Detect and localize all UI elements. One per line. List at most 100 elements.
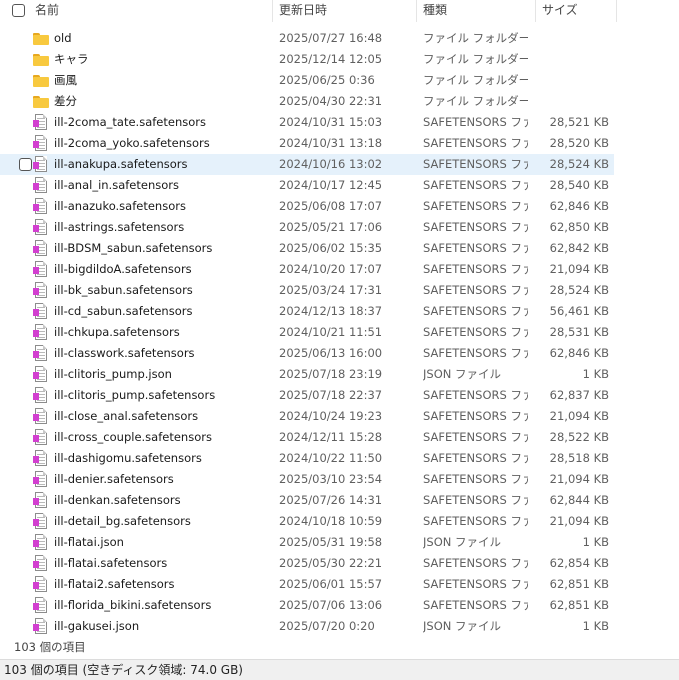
file-row[interactable]: ill-anazuko.safetensors 2025/06/08 17:07 S… xyxy=(0,196,614,217)
column-date-header[interactable]: 更新日時 xyxy=(279,0,327,22)
file-row[interactable]: ill-classwork.safetensors 2025/06/13 16:0… xyxy=(0,343,614,364)
folder-icon xyxy=(33,72,49,89)
file-date: 2024/10/21 11:51 xyxy=(279,325,383,339)
file-name: ill-gakusei.json xyxy=(54,619,140,633)
file-name: ill-chkupa.safetensors xyxy=(54,325,180,339)
file-row[interactable]: ill-gakusei.json 2025/07/20 0:20 JSON ファイル… xyxy=(0,616,614,637)
file-row[interactable]: 画風 2025/06/25 0:36 ファイル フォルダー xyxy=(0,70,614,91)
file-icon xyxy=(33,576,49,593)
file-row[interactable]: 差分 2025/04/30 22:31 ファイル フォルダー xyxy=(0,91,614,112)
file-type: SAFETENSORS ファ... xyxy=(423,556,528,570)
file-row[interactable]: ill-clitoris_pump.json 2025/07/18 23:19 JS… xyxy=(0,364,614,385)
file-type: SAFETENSORS ファ... xyxy=(423,199,528,213)
file-icon xyxy=(33,492,49,509)
file-row[interactable]: ill-anal_in.safetensors 2024/10/17 12:45 S… xyxy=(0,175,614,196)
file-icon xyxy=(33,471,49,488)
file-size: 21,094 KB xyxy=(549,472,609,486)
file-date: 2025/03/24 17:31 xyxy=(279,283,383,297)
file-row[interactable]: ill-cd_sabun.safetensors 2024/12/13 18:37… xyxy=(0,301,614,322)
file-type: SAFETENSORS ファ... xyxy=(423,325,528,339)
file-name: ill-2coma_yoko.safetensors xyxy=(54,136,210,150)
column-size-header[interactable]: サイズ xyxy=(542,0,578,22)
file-date: 2025/07/06 13:06 xyxy=(279,598,383,612)
file-type: SAFETENSORS ファ... xyxy=(423,577,528,591)
file-name: ill-denier.safetensors xyxy=(54,472,174,486)
folder-icon xyxy=(33,51,49,68)
file-row[interactable]: ill-denkan.safetensors 2025/07/26 14:31 SA… xyxy=(0,490,614,511)
row-checkbox[interactable] xyxy=(19,158,32,171)
file-name: ill-denkan.safetensors xyxy=(54,493,181,507)
file-type: SAFETENSORS ファ... xyxy=(423,388,528,402)
file-row[interactable]: ill-clitoris_pump.safetensors 2025/07/18 … xyxy=(0,385,614,406)
file-size: 28,524 KB xyxy=(549,157,609,171)
file-size: 62,846 KB xyxy=(549,346,609,360)
file-row[interactable]: キャラ 2025/12/14 12:05 ファイル フォルダー xyxy=(0,49,614,70)
file-name: 画風 xyxy=(54,73,77,87)
file-name: ill-anal_in.safetensors xyxy=(54,178,179,192)
folder-icon xyxy=(33,93,49,110)
file-row[interactable]: ill-2coma_tate.safetensors 2024/10/31 15:… xyxy=(0,112,614,133)
file-row[interactable]: ill-bk_sabun.safetensors 2025/03/24 17:31… xyxy=(0,280,614,301)
file-name: ill-anazuko.safetensors xyxy=(54,199,186,213)
file-icon xyxy=(33,597,49,614)
file-type: SAFETENSORS ファ... xyxy=(423,283,528,297)
select-all-checkbox[interactable] xyxy=(12,4,25,17)
file-name: ill-dashigomu.safetensors xyxy=(54,451,202,465)
file-row[interactable]: ill-chkupa.safetensors 2024/10/21 11:51 SA… xyxy=(0,322,614,343)
file-icon xyxy=(33,177,49,194)
file-type: SAFETENSORS ファ... xyxy=(423,178,528,192)
file-size: 21,094 KB xyxy=(549,409,609,423)
file-icon xyxy=(33,408,49,425)
file-icon xyxy=(33,324,49,341)
column-divider[interactable] xyxy=(535,0,536,22)
file-size: 28,518 KB xyxy=(549,451,609,465)
file-name: ill-florida_bikini.safetensors xyxy=(54,598,212,612)
file-type: ファイル フォルダー xyxy=(423,31,528,45)
file-type: SAFETENSORS ファ... xyxy=(423,346,528,360)
file-icon xyxy=(33,429,49,446)
file-name: ill-clitoris_pump.safetensors xyxy=(54,388,216,402)
file-row[interactable]: ill-BDSM_sabun.safetensors 2025/06/02 15:… xyxy=(0,238,614,259)
file-row[interactable]: ill-close_anal.safetensors 2024/10/24 19:… xyxy=(0,406,614,427)
file-icon xyxy=(33,156,49,173)
file-name: ill-bk_sabun.safetensors xyxy=(54,283,193,297)
column-type-header[interactable]: 種類 xyxy=(423,0,447,22)
file-name: ill-cd_sabun.safetensors xyxy=(54,304,193,318)
file-date: 2024/10/24 19:23 xyxy=(279,409,383,423)
file-date: 2025/03/10 23:54 xyxy=(279,472,383,486)
file-type: SAFETENSORS ファ... xyxy=(423,115,528,129)
file-name: ill-2coma_tate.safetensors xyxy=(54,115,206,129)
column-divider[interactable] xyxy=(416,0,417,22)
file-row[interactable]: ill-flatai.safetensors 2025/05/30 22:21 SA… xyxy=(0,553,614,574)
file-date: 2025/12/14 12:05 xyxy=(279,52,383,66)
file-row[interactable]: ill-flatai.json 2025/05/31 19:58 JSON ファイル… xyxy=(0,532,614,553)
file-icon xyxy=(33,282,49,299)
file-date: 2025/07/18 22:37 xyxy=(279,388,383,402)
column-divider[interactable] xyxy=(616,0,617,22)
file-icon xyxy=(33,534,49,551)
file-date: 2025/07/20 0:20 xyxy=(279,619,375,633)
file-row[interactable]: ill-dashigomu.safetensors 2024/10/22 11:5… xyxy=(0,448,614,469)
file-row[interactable]: ill-denier.safetensors 2025/03/10 23:54 SA… xyxy=(0,469,614,490)
file-row[interactable]: ill-florida_bikini.safetensors 2025/07/06… xyxy=(0,595,614,616)
file-row[interactable]: ill-bigdildoA.safetensors 2024/10/20 17:0… xyxy=(0,259,614,280)
file-date: 2024/10/31 13:18 xyxy=(279,136,383,150)
file-row[interactable]: ill-cross_couple.safetensors 2024/12/11 1… xyxy=(0,427,614,448)
file-type: SAFETENSORS ファ... xyxy=(423,472,528,486)
file-row[interactable]: old 2025/07/27 16:48 ファイル フォルダー xyxy=(0,28,614,49)
file-size: 28,522 KB xyxy=(549,430,609,444)
file-date: 2025/06/08 17:07 xyxy=(279,199,383,213)
file-size: 28,520 KB xyxy=(549,136,609,150)
file-icon xyxy=(33,366,49,383)
column-divider[interactable] xyxy=(272,0,273,22)
file-row[interactable]: ill-2coma_yoko.safetensors 2024/10/31 13:… xyxy=(0,133,614,154)
file-row[interactable]: ill-detail_bg.safetensors 2024/10/18 10:5… xyxy=(0,511,614,532)
file-row[interactable]: ill-astrings.safetensors 2025/05/21 17:06… xyxy=(0,217,614,238)
file-type: SAFETENSORS ファ... xyxy=(423,220,528,234)
file-size: 62,842 KB xyxy=(549,241,609,255)
file-row[interactable]: ill-anakupa.safetensors 2024/10/16 13:02 S… xyxy=(0,154,614,175)
column-name-header[interactable]: 名前 xyxy=(35,0,59,22)
file-row[interactable]: ill-flatai2.safetensors 2025/06/01 15:57 S… xyxy=(0,574,614,595)
file-type: SAFETENSORS ファ... xyxy=(423,304,528,318)
file-name: ill-flatai.safetensors xyxy=(54,556,168,570)
